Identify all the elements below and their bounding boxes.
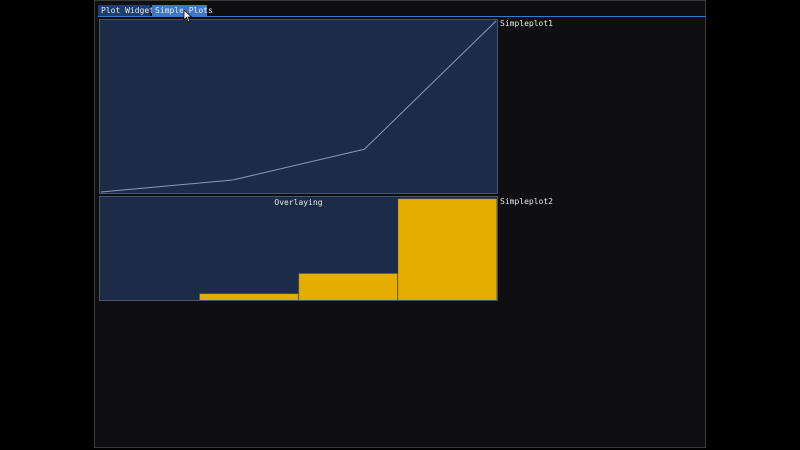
histogram-bar bbox=[398, 198, 497, 300]
line-segment bbox=[100, 179, 233, 193]
mouse-cursor-icon bbox=[183, 9, 193, 23]
simpleplot2-bar-chart[interactable]: Overlaying bbox=[99, 196, 498, 301]
simpleplot1-line-chart[interactable] bbox=[99, 19, 498, 194]
histogram-bar bbox=[199, 293, 299, 300]
overlay-text: Overlaying bbox=[274, 198, 323, 207]
line-segment bbox=[363, 20, 497, 150]
tab-simple-plots[interactable]: Simple Plots bbox=[152, 5, 213, 16]
line-segment bbox=[232, 148, 365, 181]
simpleplot2-label: Simpleplot2 bbox=[500, 197, 553, 206]
line-chart-canvas bbox=[100, 20, 497, 193]
bar-chart-canvas bbox=[199, 198, 497, 300]
app-viewport: Plot Widget Simple Plots Simpleplot1 Ove… bbox=[0, 0, 800, 450]
simpleplot1-label: Simpleplot1 bbox=[500, 19, 553, 28]
histogram-bar bbox=[298, 273, 398, 300]
tab-plot-widget[interactable]: Plot Widget bbox=[98, 5, 154, 16]
main-window: Plot Widget Simple Plots Simpleplot1 Ove… bbox=[94, 0, 706, 448]
